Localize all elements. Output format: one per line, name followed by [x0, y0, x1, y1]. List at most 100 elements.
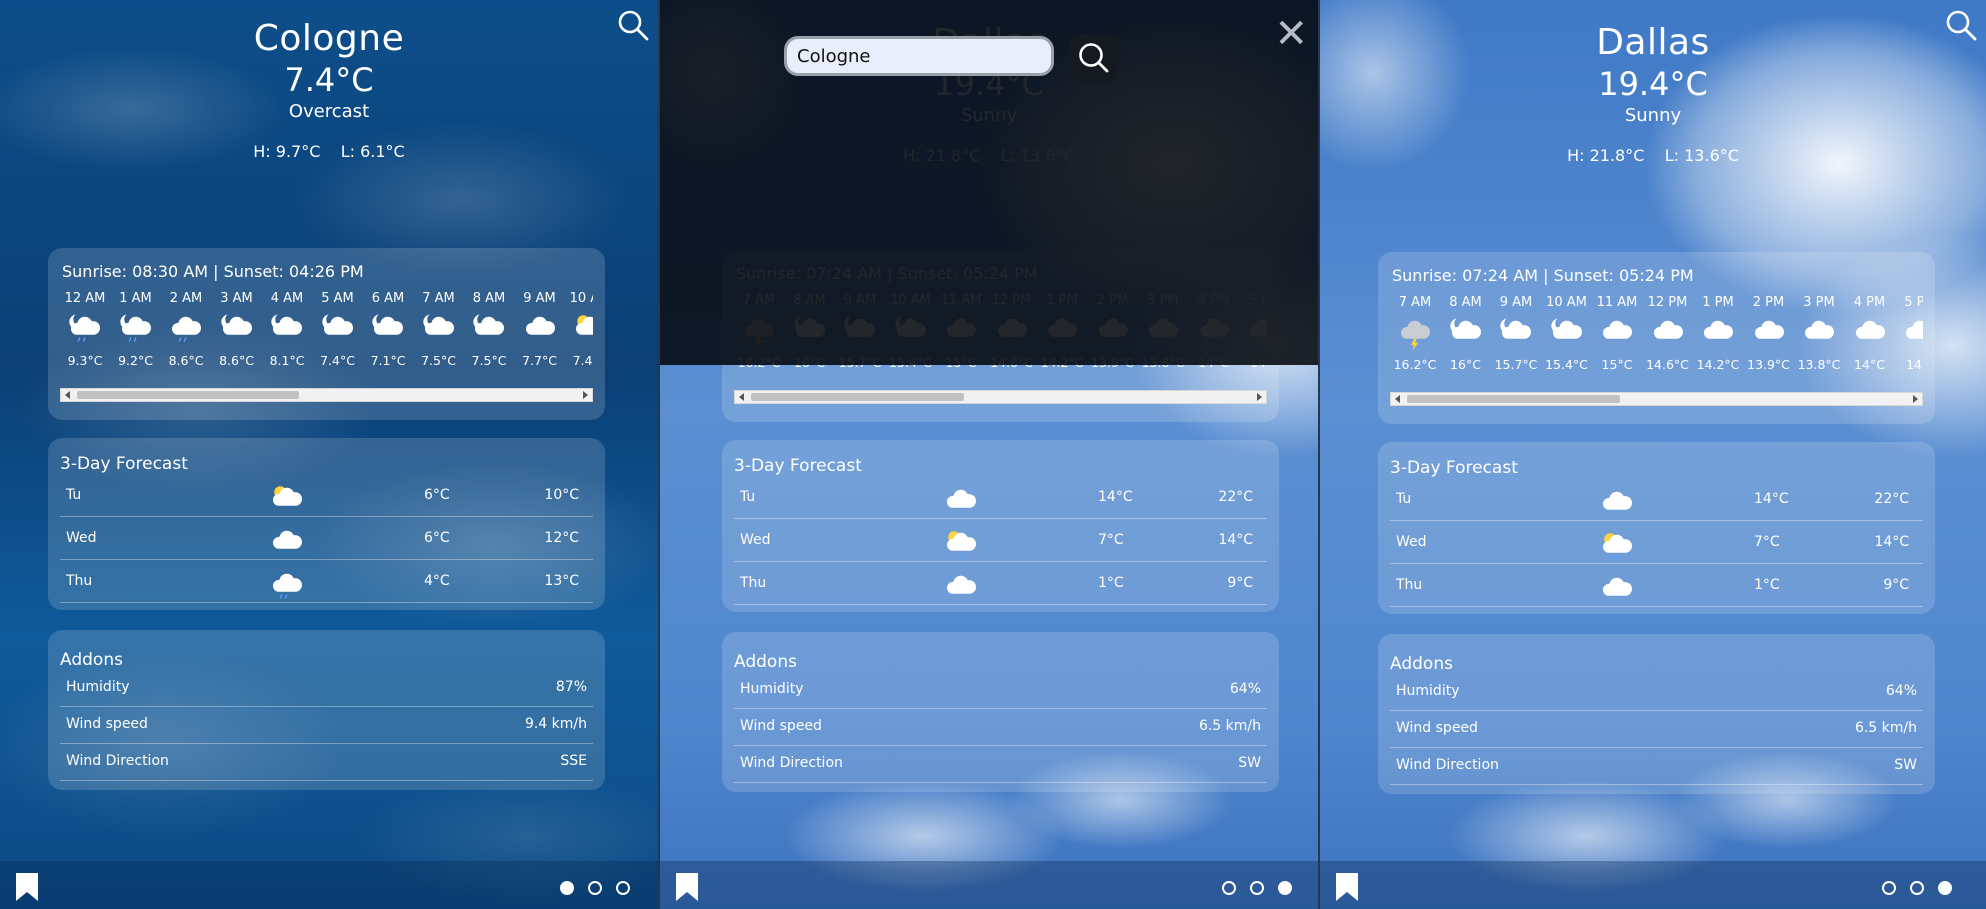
forecast-row: Thu 1°C 9°C	[734, 562, 1267, 605]
addon-label: Humidity	[66, 679, 130, 695]
cloud-rain-icon	[171, 316, 201, 342]
moon-cloud-icon	[1542, 313, 1592, 357]
hour-item: 5 PM 14.6	[1895, 295, 1923, 372]
addons-title: Addons	[1390, 654, 1453, 674]
page-dot-1[interactable]	[560, 881, 574, 895]
addon-row: Wind Direction SW	[1390, 748, 1923, 785]
cloud-icon	[1693, 313, 1743, 357]
panel-cologne: Cologne 7.4°C Overcast H: 9.7°C L: 6.1°C…	[0, 0, 660, 909]
hour-item: 7 AM 7.5°C	[414, 291, 464, 368]
hourly-strip[interactable]: 7 AM16.2°C8 AM16°C9 AM15.7°C10 AM15.4°C1…	[1390, 295, 1923, 383]
hour-item: 7 AM 16.2°C	[1390, 295, 1440, 372]
page-dot-1[interactable]	[1222, 881, 1236, 895]
forecast-row: Wed 7°C 14°C	[1390, 521, 1923, 564]
moon-cloud-icon	[422, 314, 454, 335]
hourly-scrollbar[interactable]	[60, 388, 593, 402]
sunrise-sunset: Sunrise: 07:24 AM | Sunset: 05:24 PM	[1392, 266, 1694, 285]
scroll-right-arrow-icon[interactable]	[1257, 393, 1262, 401]
cloud-icon	[1703, 320, 1733, 339]
hour-time: 10 AM	[569, 291, 593, 306]
scrollbar-thumb[interactable]	[751, 393, 964, 401]
search-overlay: ✕	[660, 0, 1318, 365]
search-icon[interactable]	[616, 8, 650, 42]
current-temp: 19.4°C	[1598, 65, 1708, 103]
forecast-title: 3-Day Forecast	[734, 456, 862, 476]
hour-item: 3 PM 13.8°C	[1794, 295, 1844, 372]
hour-temp: 7.4°C	[572, 353, 593, 368]
page-dot-1[interactable]	[1882, 881, 1896, 895]
forecast-row: Thu 1°C 9°C	[1390, 564, 1923, 607]
forecast-high: 13°C	[544, 573, 579, 589]
cloud-icon	[1643, 313, 1693, 357]
forecast-card: 3-Day Forecast Tu 14°C 22°C Wed 7°C 14°C Thu 1°…	[722, 440, 1279, 612]
page-dot-2[interactable]	[1910, 881, 1924, 895]
app-frame: Cologne 7.4°C Overcast H: 9.7°C L: 6.1°C…	[0, 0, 1986, 909]
moon-cloud-icon	[271, 314, 302, 335]
hour-item: 10 AM 15.4°C	[1542, 295, 1592, 372]
page-dot-3[interactable]	[1938, 881, 1952, 895]
hourly-scrollbar[interactable]	[1390, 392, 1923, 406]
city-name: Dallas	[1596, 22, 1710, 63]
hourly-strip[interactable]: 12 AM 9.3°C 1 AM 9.2°C 2 AM 8.6°C 3 AM 8.6°C 4 A…	[60, 291, 593, 379]
hour-time: 11 AM	[1596, 295, 1638, 310]
page-dot-3[interactable]	[616, 881, 630, 895]
cloud-icon	[515, 309, 565, 353]
page-dot-2[interactable]	[588, 881, 602, 895]
search-button[interactable]	[1070, 34, 1118, 82]
hour-item: 2 PM 13.9°C	[1744, 295, 1794, 372]
bookmark-icon[interactable]	[14, 871, 40, 903]
forecast-day: Tu	[1396, 491, 1412, 507]
forecast-list: Tu 14°C 22°C Wed 7°C 14°C Thu 1°C 9°C	[722, 476, 1279, 605]
scroll-left-arrow-icon[interactable]	[65, 391, 70, 399]
scrollbar-thumb[interactable]	[1407, 395, 1620, 403]
cloud-icon	[944, 482, 978, 524]
hour-item: 4 PM 14°C	[1845, 295, 1895, 372]
moon-cloud-icon	[464, 309, 514, 353]
scroll-right-arrow-icon[interactable]	[1913, 395, 1918, 403]
hour-item: 1 AM 9.2°C	[111, 291, 161, 368]
hourly-scrollbar[interactable]	[734, 390, 1267, 404]
addon-label: Humidity	[740, 681, 804, 697]
sun-cloud-icon	[272, 486, 302, 506]
hour-item: 9 AM 15.7°C	[1491, 295, 1541, 372]
scroll-left-arrow-icon[interactable]	[1395, 395, 1400, 403]
search-icon[interactable]	[1944, 8, 1978, 42]
scroll-right-arrow-icon[interactable]	[583, 391, 588, 399]
hour-time: 9 AM	[523, 291, 556, 306]
cloud-icon	[1602, 320, 1632, 339]
scrollbar-thumb[interactable]	[77, 391, 299, 399]
hour-time: 5 PM	[1904, 295, 1923, 310]
sun-cloud-rain-icon	[1600, 527, 1634, 569]
page-dot-2[interactable]	[1250, 881, 1264, 895]
addon-value: 87%	[555, 679, 587, 695]
forecast-low: 1°C	[1754, 577, 1780, 593]
addons-card: Addons Humidity 64% Wind speed 6.5 km/h Wind…	[1378, 634, 1935, 794]
sunrise-sunset: Sunrise: 08:30 AM | Sunset: 04:26 PM	[62, 262, 364, 281]
moon-cloud-icon	[262, 309, 312, 353]
search-input[interactable]	[784, 36, 1054, 76]
hour-time: 7 AM	[1398, 295, 1432, 310]
hour-time: 8 AM	[472, 291, 506, 306]
forecast-day: Thu	[66, 573, 93, 589]
forecast-low: 4°C	[424, 573, 450, 589]
cloud-icon	[944, 568, 978, 610]
hour-item: 10 AM 7.4°C	[565, 291, 593, 368]
hourly-card: Sunrise: 08:30 AM | Sunset: 04:26 PM 12 …	[48, 248, 605, 420]
scroll-left-arrow-icon[interactable]	[739, 393, 744, 401]
forecast-row: Wed 6°C 12°C	[60, 517, 593, 560]
bookmark-icon[interactable]	[674, 871, 700, 903]
page-dot-3[interactable]	[1278, 881, 1292, 895]
forecast-high: 9°C	[1883, 577, 1909, 593]
forecast-day: Tu	[66, 487, 82, 503]
forecast-day: Wed	[740, 532, 771, 548]
hour-temp: 15.7°C	[1494, 357, 1538, 372]
close-icon[interactable]: ✕	[1274, 14, 1308, 54]
addon-value: 64%	[1229, 681, 1261, 697]
sun-cloud-icon	[565, 309, 593, 353]
bookmark-icon[interactable]	[1334, 871, 1360, 903]
cloud-icon	[1855, 320, 1885, 339]
current-weather: Cologne 7.4°C Overcast H: 9.7°C L: 6.1°C	[0, 18, 658, 161]
hour-temp: 7.4°C	[320, 353, 355, 368]
current-weather: Dallas 19.4°C Sunny H: 21.8°C L: 13.6°C	[1320, 22, 1986, 165]
moon-cloud-icon	[372, 314, 403, 335]
